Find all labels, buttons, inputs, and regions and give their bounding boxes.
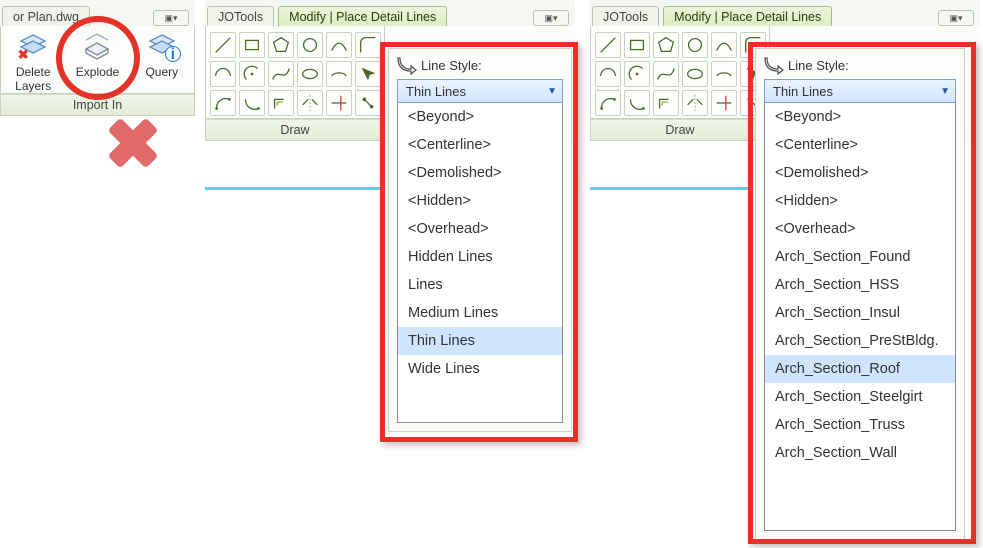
draw-tool-rect[interactable] <box>624 32 650 58</box>
line-style-dropdown-2[interactable]: <Beyond><Centerline><Demolished><Hidden>… <box>397 103 563 423</box>
selection-underline-2 <box>205 187 381 190</box>
line-style-option[interactable]: Thin Lines <box>398 327 562 355</box>
draw-tool-spline[interactable] <box>653 61 679 87</box>
line-style-option[interactable]: <Beyond> <box>765 103 955 131</box>
tab-modify-3[interactable]: Modify | Place Detail Lines <box>663 6 832 26</box>
tab-dwg[interactable]: or Plan.dwg <box>2 6 90 26</box>
line-style-selected-3: Thin Lines <box>773 84 833 99</box>
explode-button[interactable]: Explode <box>69 31 125 93</box>
line-style-option[interactable]: <Beyond> <box>398 103 562 131</box>
draw-tool-arcSE[interactable] <box>210 90 236 116</box>
line-style-option[interactable]: <Hidden> <box>765 187 955 215</box>
line-style-heading-2: Line Style: <box>421 58 482 73</box>
line-style-option[interactable]: Arch_Section_Truss <box>765 411 955 439</box>
delete-sublabel: Layers <box>15 79 51 93</box>
line-style-option[interactable]: <Demolished> <box>765 159 955 187</box>
draw-tool-arcSE[interactable] <box>595 90 621 116</box>
delete-layers-button[interactable]: ✖ Delete Layers <box>5 31 61 93</box>
selection-underline-3 <box>590 187 750 190</box>
panel-group-label-draw-2: Draw <box>205 119 385 141</box>
panel-group-label-import: Import In <box>0 94 195 116</box>
tab-modify-3-label: Modify | Place Detail Lines <box>674 10 821 24</box>
info-icon: i <box>165 46 181 62</box>
draw-tool-arcTE[interactable] <box>239 90 265 116</box>
draw-tool-fillet[interactable] <box>355 32 381 58</box>
linestyle-icon <box>397 55 417 75</box>
line-style-option[interactable]: Arch_Section_PreStBldg. <box>765 327 955 355</box>
draw-tool-mirror[interactable] <box>682 90 708 116</box>
line-style-option[interactable]: <Demolished> <box>398 159 562 187</box>
draw-tool-arc3[interactable] <box>326 32 352 58</box>
tab-overflow-toggle[interactable]: ▣▾ <box>153 10 189 26</box>
line-style-option[interactable]: Arch_Section_Steelgirt <box>765 383 955 411</box>
delete-x-icon: ✖ <box>18 47 29 63</box>
tab-modify-2-label: Modify | Place Detail Lines <box>289 10 436 24</box>
line-style-option[interactable]: <Hidden> <box>398 187 562 215</box>
draw-tool-circle[interactable] <box>682 32 708 58</box>
tab-overflow-toggle-2[interactable]: ▣▾ <box>533 10 569 26</box>
delete-label: Delete <box>16 65 51 79</box>
draw-tool-poly[interactable] <box>653 32 679 58</box>
draw-tool-offset[interactable] <box>653 90 679 116</box>
query-icon: i <box>147 31 177 61</box>
draw-tool-arc[interactable] <box>595 61 621 87</box>
draw-tool-trim[interactable] <box>326 90 352 116</box>
tab-jotools-3-label: JOTools <box>603 10 648 24</box>
draw-tool-line[interactable] <box>595 32 621 58</box>
line-style-selected-2: Thin Lines <box>406 84 466 99</box>
draw-tool-trim[interactable] <box>711 90 737 116</box>
line-style-combo-3[interactable]: Thin Lines <box>764 79 956 103</box>
line-style-option[interactable]: <Overhead> <box>398 215 562 243</box>
linestyle-icon <box>764 55 784 75</box>
draw-tool-arcC[interactable] <box>624 61 650 87</box>
draw-tool-ellipse[interactable] <box>682 61 708 87</box>
draw-tool-spline[interactable] <box>268 61 294 87</box>
line-style-dropdown-3[interactable]: <Beyond><Centerline><Demolished><Hidden>… <box>764 103 956 531</box>
tab-dwg-label: or Plan.dwg <box>13 10 79 24</box>
draw-tool-poly[interactable] <box>268 32 294 58</box>
tab-modify-2[interactable]: Modify | Place Detail Lines <box>278 6 447 26</box>
line-style-option[interactable]: Medium Lines <box>398 299 562 327</box>
draw-tool-mirror[interactable] <box>297 90 323 116</box>
tab-overflow-toggle-3[interactable]: ▣▾ <box>938 10 974 26</box>
line-style-option[interactable]: <Centerline> <box>765 131 955 159</box>
annotation-cross <box>108 118 158 168</box>
panel-group-label-draw-3: Draw <box>590 119 770 141</box>
query-button[interactable]: i Query <box>134 31 190 93</box>
draw-tool-arcC[interactable] <box>239 61 265 87</box>
line-style-option[interactable]: <Centerline> <box>398 131 562 159</box>
draw-tool-arc3[interactable] <box>711 32 737 58</box>
line-style-combo-2[interactable]: Thin Lines <box>397 79 563 103</box>
line-style-option[interactable]: Hidden Lines <box>398 243 562 271</box>
line-style-option[interactable]: Arch_Section_Insul <box>765 299 955 327</box>
query-label: Query <box>145 65 178 79</box>
draw-tool-circle[interactable] <box>297 32 323 58</box>
draw-tool-arcTE[interactable] <box>624 90 650 116</box>
draw-tool-line[interactable] <box>210 32 236 58</box>
line-style-option[interactable]: <Overhead> <box>765 215 955 243</box>
draw-tool-ellipse[interactable] <box>297 61 323 87</box>
line-style-option[interactable]: Arch_Section_Found <box>765 243 955 271</box>
line-style-heading-3: Line Style: <box>788 58 849 73</box>
draw-tool-rect[interactable] <box>239 32 265 58</box>
tab-jotools-2-label: JOTools <box>218 10 263 24</box>
draw-tool-offset[interactable] <box>268 90 294 116</box>
tab-jotools-3[interactable]: JOTools <box>592 6 659 26</box>
explode-label: Explode <box>76 65 119 79</box>
line-style-option[interactable]: Arch_Section_Roof <box>765 355 955 383</box>
line-style-option[interactable]: Wide Lines <box>398 355 562 383</box>
draw-tool-ptsel[interactable] <box>355 90 381 116</box>
tab-jotools-2[interactable]: JOTools <box>207 6 274 26</box>
line-style-option[interactable]: Arch_Section_HSS <box>765 271 955 299</box>
draw-tool-earc[interactable] <box>326 61 352 87</box>
explode-icon <box>82 31 112 61</box>
draw-tool-pick[interactable] <box>355 61 381 87</box>
draw-tool-arc[interactable] <box>210 61 236 87</box>
line-style-option[interactable]: Lines <box>398 271 562 299</box>
line-style-option[interactable]: Arch_Section_Wall <box>765 439 955 467</box>
draw-tool-earc[interactable] <box>711 61 737 87</box>
layers-icon: ✖ <box>18 31 48 61</box>
